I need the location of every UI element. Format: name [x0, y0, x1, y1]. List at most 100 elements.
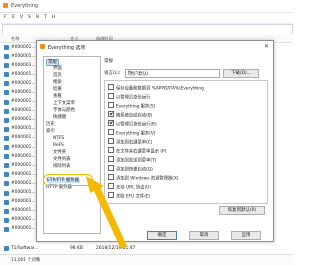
restore-defaults-button[interactable]: 恢复到默认(R) [219, 206, 265, 215]
option-checkbox[interactable]: 关联 EFU 文件(E) [108, 192, 150, 200]
tree-item-ntfs[interactable]: NTFS [53, 136, 64, 141]
option-checkbox[interactable]: Everything 服务(V) [108, 129, 156, 137]
option-checkbox[interactable]: 添加到右键菜单(C) [108, 138, 152, 146]
file-name: #000001... [11, 171, 36, 177]
checkbox-icon[interactable] [108, 102, 114, 108]
cancel-button[interactable]: 取消 [189, 231, 219, 240]
tree-item-general[interactable]: 常规 [46, 59, 59, 66]
tree-item-history[interactable]: 历史 [46, 122, 55, 127]
list-item[interactable]: #000001... [0, 98, 40, 107]
checkbox-icon[interactable] [108, 111, 114, 117]
tree-item-home[interactable]: 首页 [53, 73, 62, 78]
tree-item-search[interactable]: 搜索 [53, 80, 62, 85]
list-item[interactable]: #000001... [0, 198, 40, 207]
list-item[interactable]: #000001... [0, 125, 40, 134]
option-checkbox[interactable]: 随系统自动启动(B) [108, 111, 152, 119]
tree-item-exclude[interactable]: 排除列表 [53, 164, 71, 169]
list-item[interactable]: #000001... [0, 61, 40, 70]
checkbox-icon[interactable] [108, 84, 114, 90]
menu-item[interactable]: F [4, 15, 7, 20]
list-item[interactable]: #000001... [0, 52, 40, 61]
tree-item-folders[interactable]: 文件夹 [53, 150, 66, 155]
tree-item-index[interactable]: 索引 [46, 129, 55, 134]
menu-item[interactable]: E [12, 15, 15, 20]
file-name: #000001... [11, 162, 36, 168]
checkbox-icon[interactable] [108, 120, 114, 126]
list-item[interactable]: #000001... [0, 107, 40, 116]
option-checkbox[interactable]: Everything 服务(S) [108, 102, 155, 110]
menu-item[interactable]: H [52, 15, 55, 20]
option-label: 在文件夹右键菜单显示 (P) [116, 149, 167, 155]
list-item[interactable]: #000001... [0, 134, 40, 143]
list-item[interactable]: #000001... [0, 143, 40, 152]
file-name: #000001... [11, 99, 36, 105]
list-item[interactable]: #000001... [0, 225, 40, 234]
section-title: 常规 [104, 59, 113, 64]
menu-item[interactable]: B [36, 15, 39, 20]
option-label: 添加到右键菜单(C) [116, 140, 153, 146]
tree-item-shortcuts[interactable]: 快捷键 [53, 115, 66, 120]
tree-item-refs[interactable]: ReFS [53, 143, 64, 148]
options-dialog: Everything 选项 ✕ 常规 界面 首页 搜索 结果 查看 上下文菜单 … [36, 40, 274, 242]
checkbox-icon[interactable] [108, 174, 114, 180]
ok-button[interactable]: 确定 [147, 231, 177, 240]
file-icon [4, 181, 9, 187]
list-item[interactable]: #000001... [0, 88, 40, 97]
file-name: T1/Softwar... [11, 245, 39, 251]
dialog-title: Everything 选项 [48, 46, 86, 51]
list-item[interactable]: #000001... [0, 70, 40, 79]
list-item[interactable]: #000001... [0, 179, 40, 188]
file-icon [4, 117, 9, 123]
menu-item[interactable]: V [20, 15, 23, 20]
checkbox-icon[interactable] [108, 138, 114, 144]
option-checkbox[interactable]: 以管理员身份运行 [108, 93, 150, 101]
list-item[interactable]: #000001... [0, 189, 40, 198]
list-item[interactable]: #000001... [0, 79, 40, 88]
tree-item-results[interactable]: 结果 [53, 87, 62, 92]
everything-app-icon [3, 3, 8, 8]
checkbox-icon[interactable] [108, 192, 114, 198]
option-checkbox[interactable]: 以管理员身份运行(R) [108, 120, 157, 128]
column-name[interactable]: 名称 [11, 36, 19, 42]
list-item[interactable]: #000001... [0, 216, 40, 225]
checkbox-icon[interactable] [108, 156, 114, 162]
checkbox-icon[interactable] [108, 93, 114, 99]
close-icon[interactable]: ✕ [264, 43, 269, 50]
list-item[interactable]: #000001... [0, 43, 40, 52]
option-label: 添加到发送到菜单(T) [116, 158, 157, 164]
list-item[interactable]: #000001... [0, 170, 40, 179]
checkbox-icon[interactable] [108, 147, 114, 153]
download-button[interactable]: 下载(D)... [223, 69, 259, 78]
option-checkbox[interactable]: 添加到 Windows 资源管理器(X) [108, 174, 179, 182]
list-item[interactable]: #000001... [0, 207, 40, 216]
checkbox-icon[interactable] [108, 183, 114, 189]
option-checkbox[interactable]: 添加到发送到菜单(T) [108, 156, 156, 164]
list-item[interactable]: #000001... [0, 116, 40, 125]
file-name: #000001... [11, 71, 36, 77]
tree-item-ui[interactable]: 界面 [53, 66, 62, 71]
menu-item[interactable]: T [44, 15, 47, 20]
tree-item-context-menu[interactable]: 上下文菜单 [53, 101, 75, 106]
file-icon [4, 99, 9, 105]
option-checkbox[interactable]: 在文件夹右键菜单显示 (P) [108, 147, 166, 155]
option-checkbox[interactable]: 保存设置和数据到 %APPDATA%\Everything [108, 84, 204, 92]
tree-item-view[interactable]: 查看 [53, 94, 62, 99]
file-icon [4, 199, 9, 205]
checkbox-icon[interactable] [108, 165, 114, 171]
file-icon [4, 226, 9, 232]
checkbox-icon[interactable] [108, 129, 114, 135]
option-label: 添加到 Windows 资源管理器(X) [116, 176, 179, 182]
tree-item-file-list[interactable]: 文件列表 [53, 157, 71, 162]
apply-button[interactable]: 应用 [231, 231, 261, 240]
list-item[interactable]: #000001... [0, 152, 40, 161]
list-item[interactable]: #000001... [0, 161, 40, 170]
menu-item[interactable]: S [28, 15, 31, 20]
option-checkbox[interactable]: 添加到快速启动(Q) [108, 165, 153, 173]
file-name: #000001... [11, 180, 36, 186]
option-checkbox[interactable]: 支持 URL 协议(U) [108, 183, 151, 191]
option-label: 保存设置和数据到 %APPDATA%\Everything [116, 86, 204, 92]
language-select[interactable]: (用户默认) ▾ [125, 69, 220, 78]
file-icon [4, 145, 9, 151]
list-item[interactable]: T1/Softwar... 98 KB 2018/12/19 21:47 [0, 244, 293, 253]
tree-item-fonts-colors[interactable]: 字体与颜色 [53, 108, 75, 113]
